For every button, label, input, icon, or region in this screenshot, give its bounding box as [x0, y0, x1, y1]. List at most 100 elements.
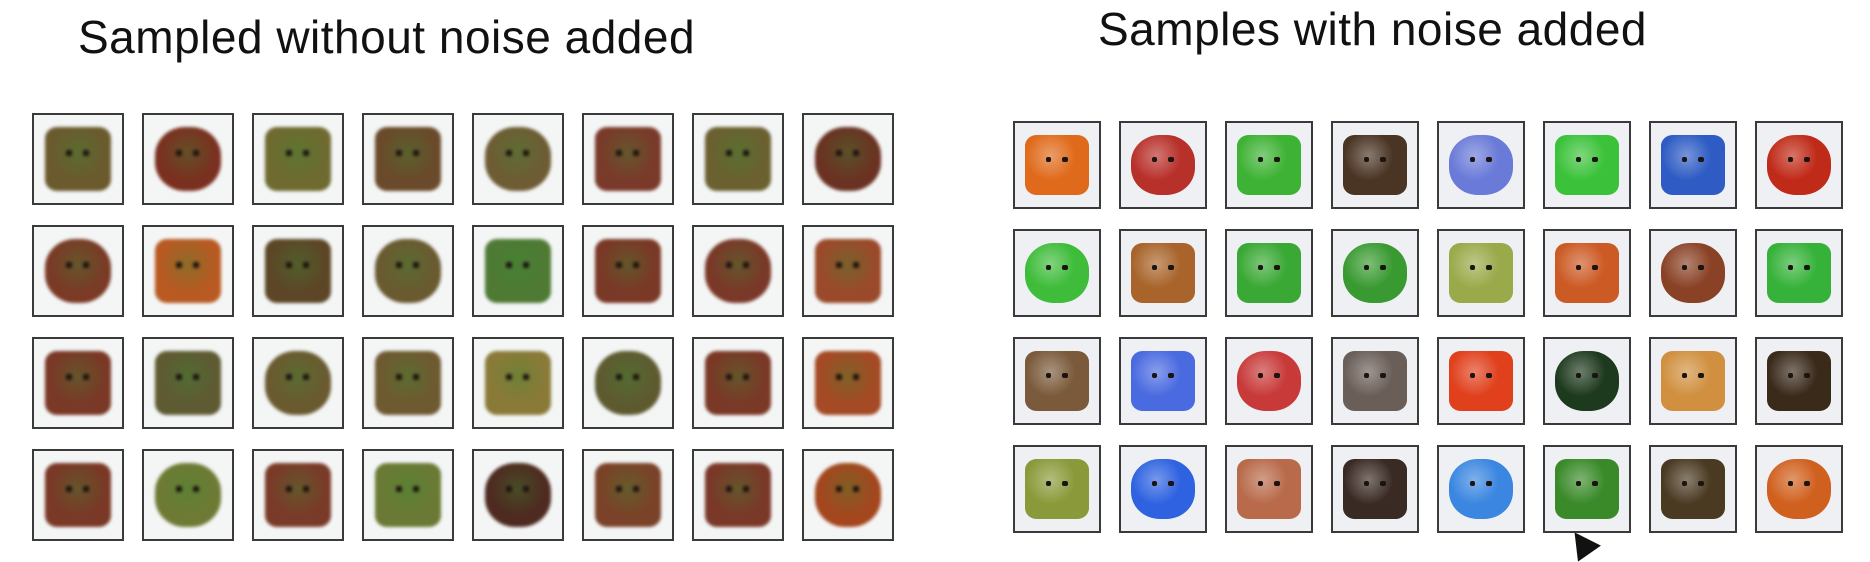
sprite-eye — [743, 150, 750, 156]
sample-tile — [472, 113, 564, 205]
sprite-eye — [193, 150, 200, 156]
sprite-eye — [835, 486, 842, 492]
sample-tile — [1755, 121, 1843, 209]
sprite-eye — [1168, 372, 1174, 378]
sprite-eye — [725, 262, 732, 268]
sprite-eye — [743, 486, 750, 492]
sprite-image — [374, 127, 442, 191]
sample-tile — [1437, 121, 1525, 209]
sprite-eye — [1592, 480, 1598, 486]
sprite-eye — [615, 150, 622, 156]
sprite-image — [484, 239, 552, 303]
sample-tile — [472, 225, 564, 317]
sprite-eye — [1592, 264, 1598, 270]
left-sample-grid — [32, 113, 894, 541]
sample-tile — [582, 225, 674, 317]
sample-tile — [472, 337, 564, 429]
sample-tile — [802, 337, 894, 429]
sprite-eye — [413, 262, 420, 268]
sprite-eye — [725, 374, 732, 380]
sprite-eye — [1274, 264, 1280, 270]
sprite-image — [1131, 242, 1195, 304]
sprite-image — [484, 127, 552, 191]
sprite-eye — [615, 374, 622, 380]
sprite-image — [264, 351, 332, 415]
sprite-eye — [1380, 156, 1386, 162]
sprite-image — [1555, 134, 1619, 196]
sample-tile — [362, 225, 454, 317]
sample-tile — [802, 225, 894, 317]
sprite-image — [1661, 242, 1725, 304]
sprite-eye — [1787, 372, 1794, 378]
sprite-image — [1555, 350, 1619, 412]
sprite-eye — [1681, 156, 1688, 162]
sprite-eye — [65, 150, 72, 156]
sample-tile — [252, 449, 344, 541]
sprite-eye — [725, 150, 732, 156]
sprite-image — [1449, 242, 1513, 304]
sprite-eye — [1469, 264, 1476, 270]
sprite-image — [1131, 350, 1195, 412]
sprite-image — [1449, 458, 1513, 520]
sprite-eye — [1045, 264, 1052, 270]
sprite-image — [264, 127, 332, 191]
sample-tile — [362, 449, 454, 541]
sample-tile — [1331, 337, 1419, 425]
sprite-image — [594, 239, 662, 303]
sprite-eye — [1469, 480, 1476, 486]
sprite-image — [264, 463, 332, 527]
sprite-image — [374, 463, 442, 527]
sprite-eye — [1274, 372, 1280, 378]
sprite-eye — [1168, 156, 1174, 162]
sprite-eye — [1486, 156, 1492, 162]
sample-tile — [1543, 337, 1631, 425]
sprite-eye — [1698, 372, 1704, 378]
sprite-eye — [615, 486, 622, 492]
sprite-image — [1025, 350, 1089, 412]
sample-tile — [1649, 121, 1737, 209]
sprite-eye — [83, 374, 90, 380]
sample-tile — [1649, 337, 1737, 425]
sprite-eye — [1681, 480, 1688, 486]
left-panel-title: Sampled without noise added — [78, 11, 696, 63]
sprite-image — [1555, 458, 1619, 520]
sprite-eye — [633, 150, 640, 156]
sprite-image — [1237, 134, 1301, 196]
sprite-eye — [303, 486, 310, 492]
sprite-image — [704, 127, 772, 191]
sample-tile — [142, 337, 234, 429]
sprite-eye — [1681, 372, 1688, 378]
sprite-eye — [1062, 264, 1068, 270]
sprite-eye — [523, 262, 530, 268]
sprite-eye — [83, 150, 90, 156]
sprite-eye — [1363, 372, 1370, 378]
sprite-eye — [1486, 372, 1492, 378]
sprite-image — [484, 463, 552, 527]
sample-tile — [1331, 445, 1419, 533]
sprite-eye — [1274, 156, 1280, 162]
sample-tile — [252, 225, 344, 317]
sample-tile — [1755, 337, 1843, 425]
sprite-eye — [1363, 156, 1370, 162]
sprite-eye — [413, 150, 420, 156]
sprite-image — [154, 463, 222, 527]
sprite-eye — [1804, 372, 1810, 378]
sample-tile — [252, 337, 344, 429]
sample-tile — [692, 449, 784, 541]
sprite-eye — [1168, 480, 1174, 486]
sprite-eye — [413, 486, 420, 492]
sprite-eye — [1151, 480, 1158, 486]
sample-tile — [1225, 229, 1313, 317]
sprite-image — [1237, 242, 1301, 304]
sprite-image — [1449, 134, 1513, 196]
sprite-eye — [633, 486, 640, 492]
sprite-eye — [633, 262, 640, 268]
sprite-eye — [1363, 264, 1370, 270]
sprite-image — [1343, 242, 1407, 304]
sprite-eye — [83, 262, 90, 268]
sprite-image — [484, 351, 552, 415]
sample-tile — [362, 113, 454, 205]
sprite-image — [1343, 350, 1407, 412]
sample-tile — [692, 113, 784, 205]
sprite-eye — [303, 374, 310, 380]
